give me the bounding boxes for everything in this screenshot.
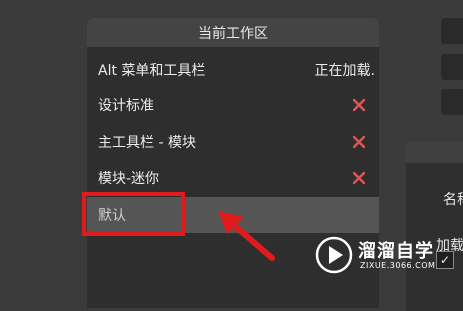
load-checkbox[interactable]: ✓ (436, 251, 454, 269)
workspace-item-alt-menu[interactable]: Alt 菜单和工具栏 正在加载. (87, 52, 379, 88)
right-button-1[interactable] (441, 18, 463, 44)
workspace-window: 名称 加载 ✓ 当前工作区 Alt 菜单和工具栏 正在加载. 设计标准 主工具栏… (0, 0, 463, 311)
watermark: 溜溜自学 ZIXUE.3066.COM (314, 233, 438, 278)
workspace-item-label: 模块-迷你 (98, 171, 160, 187)
workspace-item-label: 设计标准 (98, 98, 154, 114)
watermark-title: 溜溜自学 (358, 241, 434, 262)
workspace-item-label: Alt 菜单和工具栏 (98, 63, 206, 79)
workspace-item-module-mini[interactable]: 模块-迷你 (87, 160, 379, 196)
workspace-details-panel: 名称 加载 ✓ (406, 141, 463, 311)
play-logo-icon (315, 236, 353, 274)
right-button-2[interactable] (441, 54, 463, 80)
loading-status: 正在加载. (314, 63, 375, 79)
close-x-icon[interactable] (351, 134, 367, 150)
workspace-item-main-toolbar[interactable]: 主工具栏 - 模块 (87, 124, 379, 160)
close-x-icon[interactable] (351, 97, 367, 113)
panel-title: 当前工作区 (87, 18, 379, 47)
details-panel-header (406, 141, 463, 163)
workspace-item-design-standard[interactable]: 设计标准 (87, 87, 379, 123)
highlight-box (82, 192, 185, 236)
right-button-3[interactable] (441, 89, 463, 115)
name-label: 名称 (443, 192, 463, 208)
close-x-icon[interactable] (351, 170, 367, 186)
workspace-item-label: 主工具栏 - 模块 (98, 135, 196, 151)
red-arrow-icon (218, 211, 275, 261)
watermark-url: ZIXUE.3066.COM (360, 261, 436, 270)
